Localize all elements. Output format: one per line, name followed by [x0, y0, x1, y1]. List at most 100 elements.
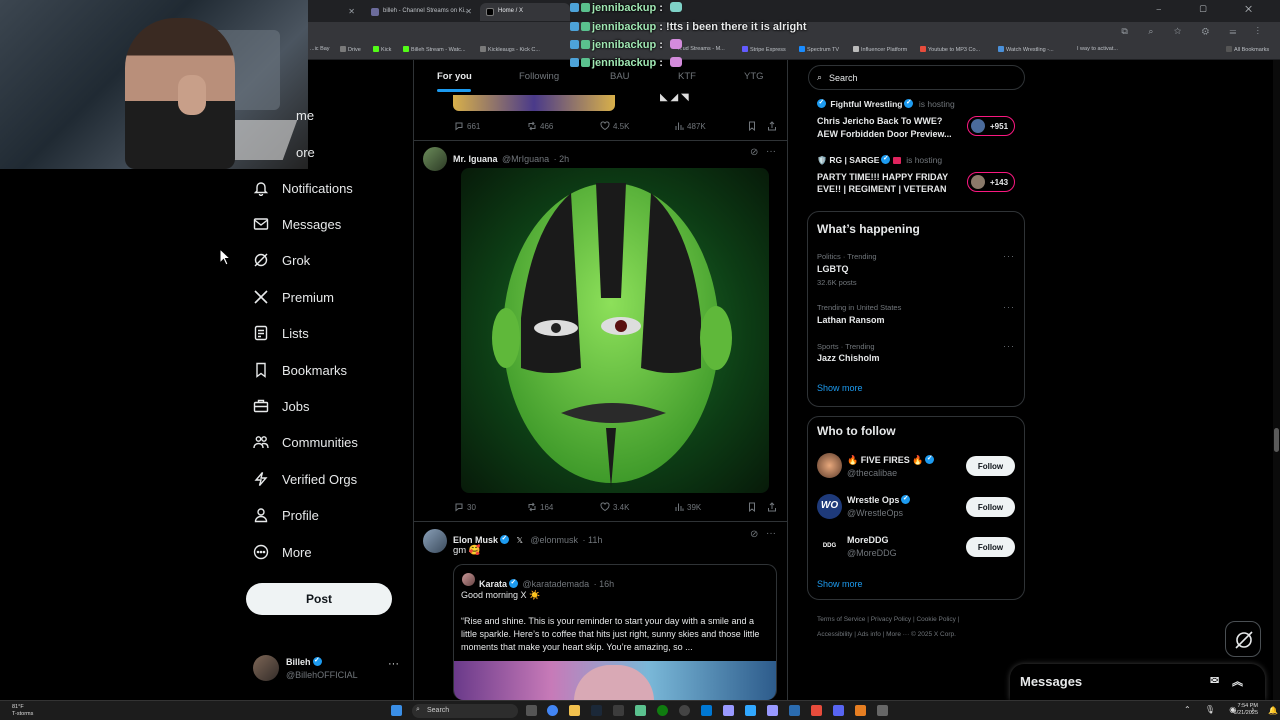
- bookmark[interactable]: I way to activat...: [1077, 46, 1118, 52]
- bookmark[interactable]: ...ic Bay: [310, 46, 330, 52]
- app-icon[interactable]: [613, 705, 624, 716]
- window-controls[interactable]: ⎯ ▢ ✕: [1156, 4, 1270, 15]
- toolbar-icons[interactable]: ⧉ ⌕ ☆ ⚙ ☰ ⋮: [1121, 26, 1268, 37]
- footer-line[interactable]: Terms of Service | Privacy Policy | Cook…: [817, 612, 1027, 627]
- taskbar-clock[interactable]: 7:54 PM 6/21/2025: [1234, 703, 1258, 717]
- quote-post[interactable]: Karata @karatademada · 16h Good morning …: [453, 564, 777, 700]
- avatar[interactable]: [817, 453, 842, 478]
- task-view-icon[interactable]: [526, 705, 537, 716]
- bookmark[interactable]: Spectrum TV: [799, 46, 839, 53]
- footer-links[interactable]: Terms of Service | Privacy Policy | Cook…: [817, 612, 1027, 642]
- bookmark[interactable]: Drive: [340, 46, 361, 53]
- weather-widget[interactable]: 81°F T-storms: [12, 704, 33, 718]
- post-media-image[interactable]: [461, 168, 769, 493]
- live-listeners-pill[interactable]: +143: [967, 172, 1015, 192]
- browser-tab[interactable]: ✕: [310, 3, 360, 21]
- nav-item-profile[interactable]: Profile: [253, 500, 319, 530]
- bookmark-button[interactable]: [747, 502, 760, 513]
- nav-item-grok[interactable]: Grok: [253, 245, 310, 275]
- discord-icon[interactable]: [833, 705, 844, 716]
- app-icon[interactable]: [789, 705, 800, 716]
- close-icon[interactable]: ✕: [348, 7, 355, 16]
- nav-item-explore[interactable]: ore: [296, 137, 315, 167]
- repost-button[interactable]: 466: [527, 121, 553, 131]
- more-dots-icon[interactable]: ···: [1003, 341, 1015, 351]
- more-dots-icon[interactable]: ···: [766, 146, 776, 157]
- grok-floating-button[interactable]: [1225, 621, 1261, 657]
- like-button[interactable]: 3.4K: [600, 502, 629, 512]
- post-author-name[interactable]: Elon Musk: [453, 535, 498, 545]
- nav-item-messages[interactable]: Messages: [253, 209, 341, 239]
- reply-button[interactable]: 661: [454, 121, 480, 131]
- xbox-icon[interactable]: [657, 705, 668, 716]
- scrollbar-track[interactable]: [1273, 60, 1280, 700]
- like-button[interactable]: 4.5K: [600, 121, 629, 131]
- share-button[interactable]: [767, 121, 780, 131]
- footer-line[interactable]: Accessibility | Ads info | More ··· © 20…: [817, 627, 1027, 642]
- nav-item-more[interactable]: More: [253, 537, 312, 567]
- start-icon[interactable]: [391, 705, 402, 716]
- post-timestamp[interactable]: · 11h: [582, 535, 602, 545]
- obs-icon[interactable]: [679, 705, 690, 716]
- more-dots-icon[interactable]: ···: [1003, 302, 1015, 312]
- grok-icon[interactable]: ⊘: [750, 529, 758, 540]
- app-icon[interactable]: [855, 705, 866, 716]
- follow-name[interactable]: 🔥 FIVE FIRES 🔥: [847, 455, 923, 465]
- premiere-icon[interactable]: [767, 705, 778, 716]
- bookmark[interactable]: Billeh Stream - Watc...: [403, 46, 466, 53]
- bookmark[interactable]: Watch Wrestling -...: [998, 46, 1054, 53]
- trend-name[interactable]: Jazz Chisholm: [817, 353, 880, 363]
- all-bookmarks[interactable]: All Bookmarks: [1226, 46, 1269, 53]
- tab-ytg[interactable]: YTG: [744, 71, 764, 82]
- after-effects-icon[interactable]: [723, 705, 734, 716]
- scrollbar-thumb[interactable]: [1274, 428, 1279, 452]
- live-title[interactable]: Chris Jericho Back To WWE?: [817, 116, 942, 126]
- live-host-row[interactable]: Fightful Wrestling is hosting: [817, 98, 955, 109]
- views-button[interactable]: 487K: [674, 121, 706, 131]
- steam-icon[interactable]: [591, 705, 602, 716]
- post-author-handle[interactable]: @MrIguana: [502, 154, 549, 164]
- app-icon[interactable]: [877, 705, 888, 716]
- nav-item-jobs[interactable]: Jobs: [253, 391, 309, 421]
- more-dots-icon[interactable]: ···: [766, 528, 776, 539]
- post-author-name[interactable]: Mr. Iguana: [453, 154, 498, 164]
- bookmark-button[interactable]: [747, 121, 760, 132]
- grok-icon[interactable]: ⊘: [750, 147, 758, 158]
- app-icon[interactable]: [811, 705, 822, 716]
- nav-item-bookmarks[interactable]: Bookmarks: [253, 355, 347, 385]
- file-explorer-icon[interactable]: [569, 705, 580, 716]
- taskbar-search[interactable]: ⌕ Search: [412, 704, 518, 718]
- post-media-image[interactable]: [453, 95, 615, 111]
- more-dots-icon[interactable]: ···: [1003, 251, 1015, 261]
- views-button[interactable]: 39K: [674, 502, 701, 512]
- follow-button[interactable]: Follow: [966, 456, 1015, 476]
- follow-name[interactable]: Wrestle Ops: [847, 495, 899, 505]
- bookmark[interactable]: Kick: [373, 46, 391, 53]
- avatar[interactable]: [423, 147, 447, 171]
- chrome-icon[interactable]: [547, 705, 558, 716]
- photoshop-icon[interactable]: [745, 705, 756, 716]
- nav-item-communities[interactable]: Communities: [253, 427, 358, 457]
- nav-item-lists[interactable]: Lists: [253, 318, 309, 348]
- nav-item-home[interactable]: me: [296, 100, 314, 130]
- browser-tab-x-home[interactable]: Home / X: [480, 3, 570, 21]
- bookmark[interactable]: Youtube to MP3 Co...: [920, 46, 980, 53]
- browser-tab-kick[interactable]: billeh - Channel Streams on Ki... ✕: [365, 3, 477, 21]
- bookmark[interactable]: ...ud Streams - M...: [678, 46, 725, 52]
- search-input[interactable]: ⌕ Search: [808, 65, 1025, 90]
- live-listeners-pill[interactable]: +951: [967, 116, 1015, 136]
- close-icon[interactable]: ✕: [465, 7, 472, 16]
- live-host-row[interactable]: 🛡️ RG | SARGE is hosting: [817, 154, 942, 165]
- account-switcher[interactable]: Billeh @BillehOFFICIAL ···: [253, 655, 403, 685]
- moreddg-logo-icon[interactable]: DDG: [817, 534, 842, 559]
- follow-button[interactable]: Follow: [966, 497, 1015, 517]
- chevron-up-icon[interactable]: ︽: [1232, 673, 1243, 689]
- more-dots-icon[interactable]: ···: [388, 658, 399, 670]
- show-more-link[interactable]: Show more: [817, 383, 863, 393]
- bookmark[interactable]: Kickleaugs - Kick C...: [480, 46, 540, 53]
- nav-item-premium[interactable]: Premium: [253, 282, 334, 312]
- trend-name[interactable]: Lathan Ransom: [817, 315, 885, 325]
- post-media-image[interactable]: ◣ ◢ ◥: [660, 92, 720, 104]
- post-button[interactable]: Post: [246, 583, 392, 615]
- live-title[interactable]: EVE!! | REGIMENT | VETERAN: [817, 184, 947, 194]
